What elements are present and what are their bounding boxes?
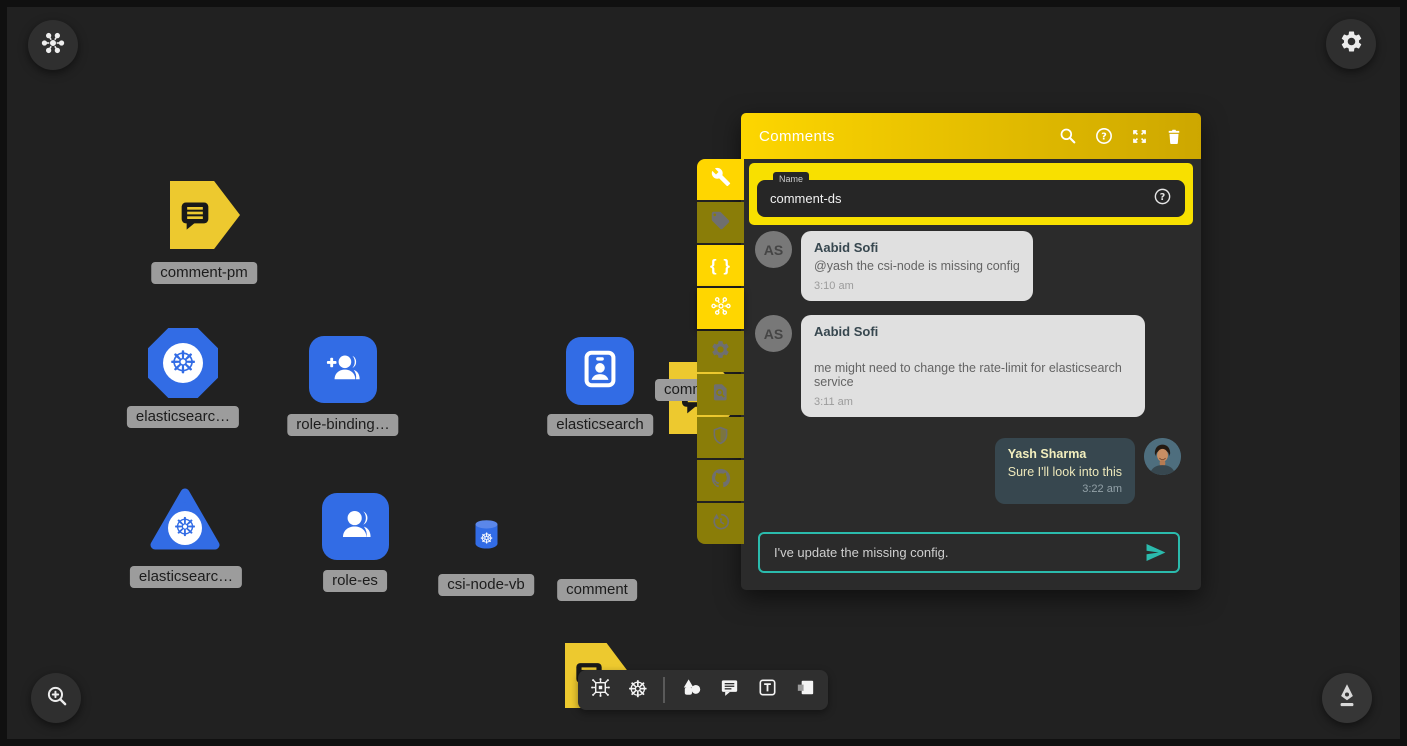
help-icon[interactable]: ?: [1094, 126, 1114, 146]
message-text: @yash the csi-node is missing config: [814, 259, 1020, 273]
message-row: Yash Sharma Sure I'll look into this 3:2…: [995, 438, 1181, 504]
name-field[interactable]: Name ?: [757, 180, 1185, 217]
meshery-flower-icon: [709, 294, 733, 323]
gear-icon: [1339, 29, 1364, 59]
message-bubble[interactable]: Aabid Sofi me might need to change the r…: [801, 315, 1145, 417]
svg-text:☸: ☸: [480, 530, 494, 548]
message-author: Aabid Sofi: [814, 324, 1132, 339]
id-badge-icon: [577, 346, 623, 397]
github-button[interactable]: [697, 460, 744, 501]
message-blank-line: [814, 339, 1132, 357]
meshery-actions-button[interactable]: [697, 288, 744, 329]
history-button[interactable]: [697, 503, 744, 544]
zoom-in-icon: [44, 683, 69, 713]
zoom-button[interactable]: [31, 673, 81, 723]
pen-nib-icon: [1332, 681, 1362, 716]
message-author: Aabid Sofi: [814, 240, 1020, 255]
avatar-initials: AS: [755, 231, 792, 268]
role-icon: [333, 501, 379, 552]
doc-search-button[interactable]: [697, 374, 744, 415]
comments-panel-header[interactable]: Comments ?: [741, 113, 1201, 159]
node-label-csi-node-vb[interactable]: csi-node-vb: [438, 574, 534, 596]
node-csi-node-vb[interactable]: ☸: [470, 516, 503, 556]
panel-title: Comments: [759, 128, 1058, 145]
kubernetes-wheel-icon: ☸: [163, 343, 203, 383]
message-time: 3:22 am: [1008, 483, 1122, 495]
name-field-label: Name: [773, 172, 809, 185]
shapes-tool-icon[interactable]: [680, 676, 703, 704]
node-action-toolbar: { }: [697, 159, 744, 544]
node-label-elasticsearch-triangle[interactable]: elasticsearc…: [130, 566, 242, 588]
shield-button[interactable]: [697, 417, 744, 458]
github-icon: [710, 467, 732, 494]
storage-cylinder-icon: ☸: [470, 516, 503, 556]
node-comment-pm[interactable]: [170, 181, 240, 249]
meshery-flower-icon: [40, 30, 66, 61]
note-tool-icon[interactable]: [794, 676, 817, 704]
text-tool-icon[interactable]: [756, 676, 779, 704]
tag-icon: [710, 210, 731, 236]
message-text: me might need to change the rate-limit f…: [814, 361, 1132, 389]
toolbar-divider: [663, 677, 665, 703]
svg-text:?: ?: [1101, 131, 1107, 142]
message-author: Yash Sharma: [1008, 447, 1122, 461]
json-braces-button[interactable]: { }: [697, 245, 744, 286]
node-label-elasticsearch[interactable]: elasticsearch: [547, 414, 653, 436]
shield-icon: [710, 425, 731, 451]
avatar-initials: AS: [755, 315, 792, 352]
node-label-elasticsearch-octagon[interactable]: elasticsearc…: [127, 406, 239, 428]
node-label-role-es[interactable]: role-es: [323, 570, 387, 592]
kubernetes-wheel-icon: ☸: [168, 511, 202, 545]
node-elasticsearch-triangle[interactable]: ☸: [149, 486, 221, 552]
search-icon[interactable]: [1058, 126, 1078, 146]
name-input[interactable]: [770, 191, 1153, 206]
delete-icon[interactable]: [1165, 127, 1183, 146]
send-icon: [1143, 540, 1168, 565]
send-button[interactable]: [1143, 540, 1168, 565]
document-search-icon: [710, 382, 731, 408]
node-label-comment-pm[interactable]: comment-pm: [151, 262, 257, 284]
node-role-binding[interactable]: [309, 336, 377, 403]
message-bubble[interactable]: Yash Sharma Sure I'll look into this 3:2…: [995, 438, 1135, 504]
comments-panel: Comments ?: [741, 113, 1201, 590]
canvas-tools-toolbar: ☸: [578, 670, 828, 710]
name-help-icon[interactable]: ?: [1153, 187, 1172, 211]
braces-icon: { }: [710, 256, 731, 276]
message-text: Sure I'll look into this: [1008, 465, 1122, 479]
components-tool-icon[interactable]: [589, 676, 612, 704]
comment-tool-icon[interactable]: [718, 676, 741, 704]
settings-tile-button[interactable]: [697, 331, 744, 372]
node-label-comment[interactable]: comment: [557, 579, 637, 601]
kubernetes-tool-icon[interactable]: ☸: [627, 679, 648, 702]
avatar-photo: [1144, 438, 1181, 475]
node-role-es[interactable]: [322, 493, 389, 560]
comment-input[interactable]: [774, 545, 1143, 560]
message-time: 3:11 am: [814, 396, 1132, 408]
wrench-icon: [711, 167, 731, 192]
comment-composer[interactable]: [758, 532, 1180, 573]
message-time: 3:10 am: [814, 280, 1020, 292]
tag-button[interactable]: [697, 202, 744, 243]
meshery-menu-button[interactable]: [28, 20, 78, 70]
settings-button[interactable]: [1326, 19, 1376, 69]
message-bubble[interactable]: Aabid Sofi @yash the csi-node is missing…: [801, 231, 1033, 301]
history-icon: [710, 511, 731, 537]
expand-icon[interactable]: [1130, 127, 1149, 146]
pen-tool-button[interactable]: [1322, 673, 1372, 723]
name-field-section: Name ?: [749, 163, 1193, 225]
node-elasticsearch-octagon[interactable]: ☸: [148, 328, 218, 398]
node-elasticsearch-serviceaccount[interactable]: [566, 337, 634, 405]
role-binding-icon: [320, 344, 366, 395]
message-row: AS Aabid Sofi @yash the csi-node is miss…: [755, 231, 1187, 301]
node-label-role-binding[interactable]: role-binding…: [287, 414, 398, 436]
svg-text:?: ?: [1160, 191, 1166, 202]
gear-icon: [710, 339, 731, 365]
configure-wrench-button[interactable]: [697, 159, 744, 200]
message-row: AS Aabid Sofi me might need to change th…: [755, 315, 1187, 417]
